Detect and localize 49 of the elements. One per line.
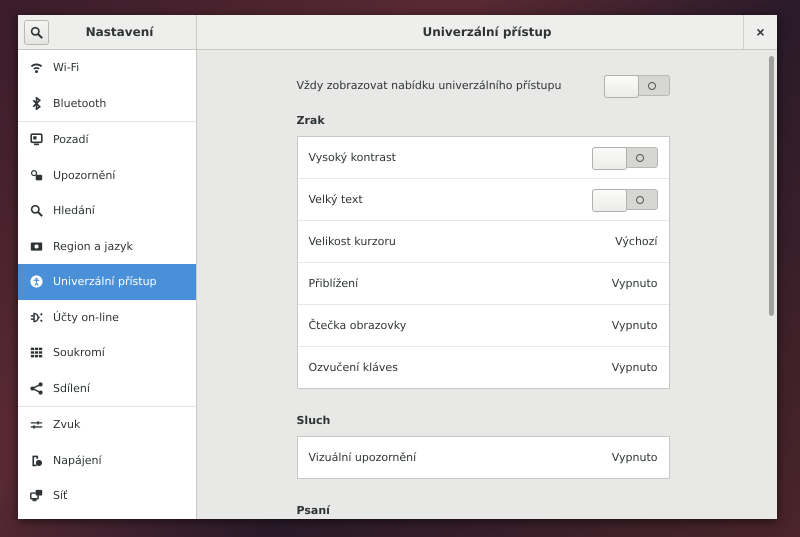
window-title: Univerzální přístup [422,25,552,39]
sidebar-item[interactable]: Hledání [18,193,196,228]
search-icon [30,26,43,38]
toggle-switch[interactable] [592,147,658,168]
flag-icon [30,240,43,253]
scrollbar[interactable] [769,56,774,316]
section-heading: Psaní [296,504,332,517]
sidebar-item[interactable]: Soukromí [18,335,196,370]
sidebar-item[interactable]: Zvuk [18,407,196,442]
bluetooth-icon [30,96,43,110]
network-icon [30,489,43,502]
sidebar-item[interactable]: Sdílení [18,370,196,406]
share-icon [30,382,43,395]
close-button[interactable]: × [743,15,777,49]
grid-icon [30,346,43,360]
sidebar-item[interactable]: Region a jazyk [18,228,196,264]
setting-label: Čtečka obrazovky [308,319,406,332]
section-heading: Sluch [296,414,332,427]
section-heading: Zrak [296,114,326,127]
sidebar-item[interactable]: Bluetooth [18,86,196,121]
setting-value: Vypnuto [612,361,658,374]
sidebar-title: Nastavení [84,25,155,39]
setting-value: Výchozí [615,235,658,248]
bubbles-icon [30,168,43,182]
monitor-icon [30,133,43,146]
setting-label: Ozvučení kláves [308,361,398,374]
sidebar-item[interactable]: Wi-Fi [18,50,196,86]
search-button[interactable] [24,20,49,44]
setting-label: Vždy zobrazovat nabídku univerzálního přístupu [296,78,562,92]
setting-value: Vypnuto [612,319,658,332]
setting-value: Vypnuto [612,451,658,464]
sidebar-item[interactable]: Napájení [18,442,196,478]
setting-label: Velikost kurzoru [308,235,396,248]
plug-icon [30,310,43,324]
setting-label: Vizuální upozornění [308,451,416,464]
sidebar-item[interactable]: Pozadí [18,122,196,158]
wifi-icon [30,61,43,74]
setting-label: Velký text [308,193,363,206]
sidebar-item[interactable]: Účty on-line [18,300,196,335]
toggle-switch[interactable] [604,74,670,96]
setting-label: Přiblížení [308,277,358,290]
power-icon [30,454,43,467]
search-icon [30,204,43,218]
setting-value: Vypnuto [612,277,658,290]
sidebar-item[interactable]: Síť [18,478,196,514]
toggle-switch[interactable] [592,189,658,210]
sidebar-item[interactable]: Upozornění [18,158,196,193]
setting-label: Vysoký kontrast [308,151,396,164]
person-icon [30,275,43,288]
